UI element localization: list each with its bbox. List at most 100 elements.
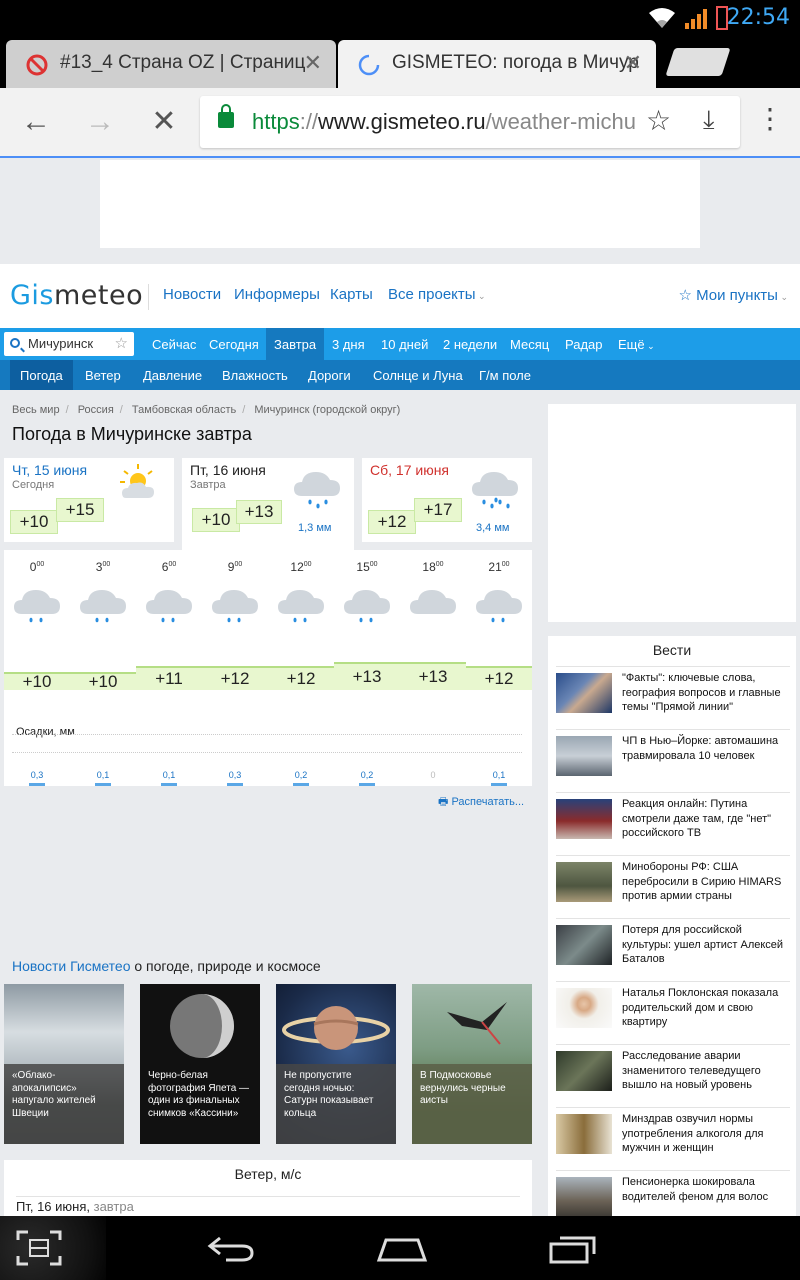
subtab-humidity[interactable]: Влажность (222, 368, 288, 383)
sun-cloud-icon (120, 464, 154, 498)
day-card-today[interactable]: Чт, 15 июня Сегодня +10 +15 (4, 458, 174, 542)
precip-bar (359, 783, 375, 786)
print-link[interactable]: 🖶 Распечатать... (438, 793, 524, 812)
subtab-geomagnetic[interactable]: Г/м поле (479, 368, 531, 383)
day-sub: Завтра (190, 479, 226, 491)
rain-cloud-icon (14, 590, 60, 623)
list-item[interactable]: Минздрав озвучил нормы употребления алко… (556, 1107, 790, 1165)
tab-strana-oz[interactable]: #13_4 Страна OZ | Страниц ✕ (6, 40, 336, 88)
breadcrumb-item[interactable]: Тамбовская область (132, 404, 236, 416)
breadcrumb-item[interactable]: Весь мир (12, 404, 60, 416)
star-icon: ☆ (678, 287, 697, 304)
subtab-weather[interactable]: Погода (10, 360, 73, 390)
subtab-sun-moon[interactable]: Солнце и Луна (373, 368, 463, 383)
news-thumbnail (556, 862, 612, 902)
tab-month[interactable]: Месяц (510, 337, 549, 352)
tab-3-days[interactable]: 3 дня (332, 337, 365, 352)
wind-title: Ветер, м/с (234, 1166, 302, 1182)
nav-news[interactable]: Новости (163, 286, 221, 303)
search-icon (10, 338, 20, 348)
address-bar[interactable]: https://www.gismeteo.ru/weather-michu ☆ … (200, 96, 740, 148)
subtab-pressure[interactable]: Давление (143, 368, 202, 383)
news-card[interactable]: В Подмосковье вернулись черные аисты (412, 984, 532, 1144)
day-card-tomorrow[interactable]: Пт, 16 июня Завтра +10 +13 1,3 мм (182, 458, 354, 550)
subtab-roads[interactable]: Дороги (308, 368, 351, 383)
page-title: Погода в Мичуринске завтра (12, 424, 252, 444)
city-search-input[interactable]: Мичуринск ☆ (4, 332, 134, 356)
news-thumbnail (556, 925, 612, 965)
tab-2-weeks[interactable]: 2 недели (443, 337, 497, 352)
tab-strip: #13_4 Страна OZ | Страниц ✕ GISMETEO: по… (0, 36, 800, 88)
back-arrow-icon[interactable]: ← (16, 102, 56, 142)
news-thumbnail (556, 799, 612, 839)
nav-all-projects[interactable]: Все проекты ⌄ (388, 286, 486, 303)
hour-precip: 0,2 (294, 770, 308, 780)
clock: 22:54 (726, 5, 790, 30)
list-item[interactable]: "Факты": ключевые слова, география вопро… (556, 666, 790, 724)
hour-temp: +10 (70, 672, 136, 690)
download-icon[interactable]: ⤓ (703, 104, 715, 136)
tab-now[interactable]: Сейчас (152, 337, 196, 352)
home-icon[interactable] (376, 1236, 428, 1262)
breadcrumb-item[interactable]: Россия (78, 404, 114, 416)
precip-bar (491, 783, 507, 786)
list-item[interactable]: Потеря для российской культуры: ушел арт… (556, 918, 790, 976)
news-thumbnail (556, 1177, 612, 1217)
tab-radar[interactable]: Радар (565, 337, 603, 352)
temp-min: +12 (368, 510, 416, 534)
list-item[interactable]: Минобороны РФ: США перебросили в Сирию H… (556, 855, 790, 913)
day-name: Чт, 15 июня (12, 462, 88, 478)
tab-more[interactable]: Ещё ⌄ (618, 337, 655, 352)
hour-temp: +13 (400, 662, 466, 690)
rain-cloud-icon (278, 590, 324, 623)
precip-bar (161, 783, 177, 786)
moon-image (170, 994, 234, 1058)
breadcrumb-item[interactable]: Мичуринск (городской округ) (254, 404, 400, 416)
list-item[interactable]: ЧП в Нью–Йорке: автомашина травмировала … (556, 729, 790, 787)
rain-cloud-icon (80, 590, 126, 623)
hour-precip: 0,1 (492, 770, 506, 780)
day-card-saturday[interactable]: Сб, 17 июня +12 +17 3,4 мм (362, 458, 532, 542)
news-card[interactable]: «Облако-апокалипсис» напугало жителей Шв… (4, 984, 124, 1144)
temp-max: +13 (236, 500, 282, 524)
menu-kebab-icon[interactable]: ⋮ (756, 102, 784, 135)
tab-today[interactable]: Сегодня (209, 337, 259, 352)
news-card[interactable]: Не пропустите сегодня ночью: Сатурн пока… (276, 984, 396, 1144)
rain-cloud-icon (146, 590, 192, 623)
hour-label: 1500 (356, 560, 378, 574)
hour-temp: +12 (268, 666, 334, 690)
tab-10-days[interactable]: 10 дней (381, 337, 428, 352)
bookmark-star-icon[interactable]: ☆ (646, 104, 671, 137)
my-points-button[interactable]: ☆ Мои пункты ⌄ (678, 286, 788, 304)
nav-informers[interactable]: Информеры (234, 286, 320, 303)
tab-title: #13_4 Страна OZ | Страниц (60, 52, 306, 73)
tab-gismeteo[interactable]: GISMETEO: погода в Мичур ✕ (338, 40, 656, 88)
back-icon[interactable] (206, 1234, 256, 1262)
close-tab-icon[interactable]: ✕ (624, 50, 642, 76)
rain-cloud-icon (294, 472, 340, 509)
hour-column: 900 +12 0,3 (202, 550, 268, 786)
close-tab-icon[interactable]: ✕ (304, 50, 322, 76)
system-nav-bar (0, 1216, 800, 1280)
wind-date: Пт, 16 июня, завтра (16, 1196, 520, 1214)
news-thumbnail (556, 988, 612, 1028)
gismeteo-logo[interactable]: Gismeteo (10, 280, 143, 311)
news-thumbnail (556, 1051, 612, 1091)
recent-apps-icon[interactable] (548, 1234, 598, 1264)
news-section-link[interactable]: Новости Гисметео (12, 958, 130, 974)
list-item[interactable]: Реакция онлайн: Путина смотрели даже там… (556, 792, 790, 850)
news-card[interactable]: Черно-белая фотография Япета — один из ф… (140, 984, 260, 1144)
forward-arrow-icon[interactable]: → (80, 102, 120, 142)
ad-sidebar (548, 404, 796, 622)
list-item[interactable]: Наталья Поклонская показала родительский… (556, 981, 790, 1039)
favorite-star-icon[interactable]: ☆ (115, 334, 128, 352)
hour-column: 1500 +13 0,2 (334, 550, 400, 786)
stop-loading-icon[interactable]: ✕ (144, 102, 184, 142)
screenshot-icon[interactable] (16, 1230, 62, 1266)
new-tab-button[interactable] (665, 48, 731, 76)
subtab-wind[interactable]: Ветер (85, 368, 121, 383)
url-text[interactable]: https://www.gismeteo.ru/weather-michu (252, 109, 637, 135)
nav-maps[interactable]: Карты (330, 286, 373, 303)
list-item[interactable]: Расследование аварии знаменитого телевед… (556, 1044, 790, 1102)
tab-tomorrow[interactable]: Завтра (266, 328, 325, 360)
